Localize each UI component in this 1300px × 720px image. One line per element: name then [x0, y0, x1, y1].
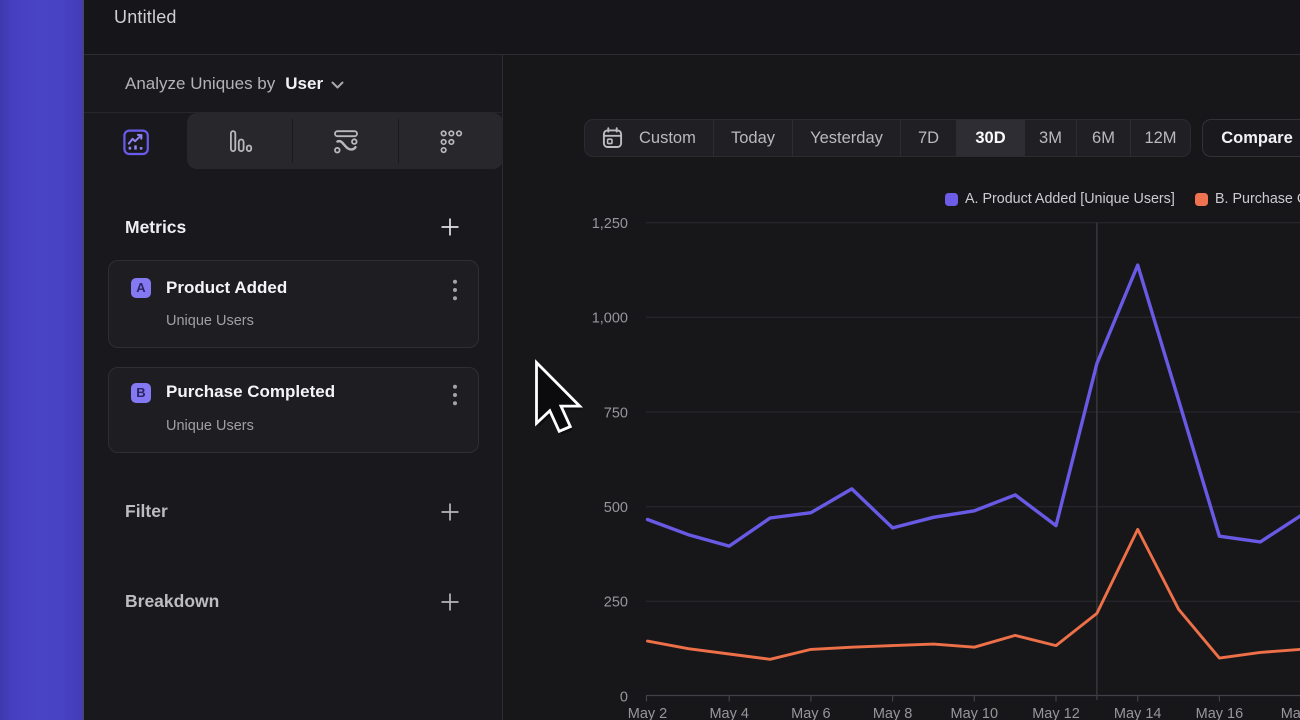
svg-text:May 8: May 8 [873, 706, 913, 720]
svg-text:May 2: May 2 [628, 706, 668, 720]
svg-text:May 4: May 4 [709, 706, 749, 720]
svg-text:500: 500 [604, 500, 628, 516]
svg-text:May 18: May 18 [1281, 706, 1300, 720]
svg-text:May 10: May 10 [951, 706, 999, 720]
svg-text:250: 250 [604, 595, 628, 611]
svg-text:May 16: May 16 [1196, 706, 1244, 720]
svg-text:May 12: May 12 [1032, 706, 1080, 720]
svg-text:1,250: 1,250 [592, 216, 628, 232]
svg-text:0: 0 [620, 689, 628, 705]
svg-text:May 14: May 14 [1114, 706, 1162, 720]
svg-text:750: 750 [604, 405, 628, 421]
svg-text:May 6: May 6 [791, 706, 831, 720]
svg-text:1,000: 1,000 [592, 311, 628, 327]
